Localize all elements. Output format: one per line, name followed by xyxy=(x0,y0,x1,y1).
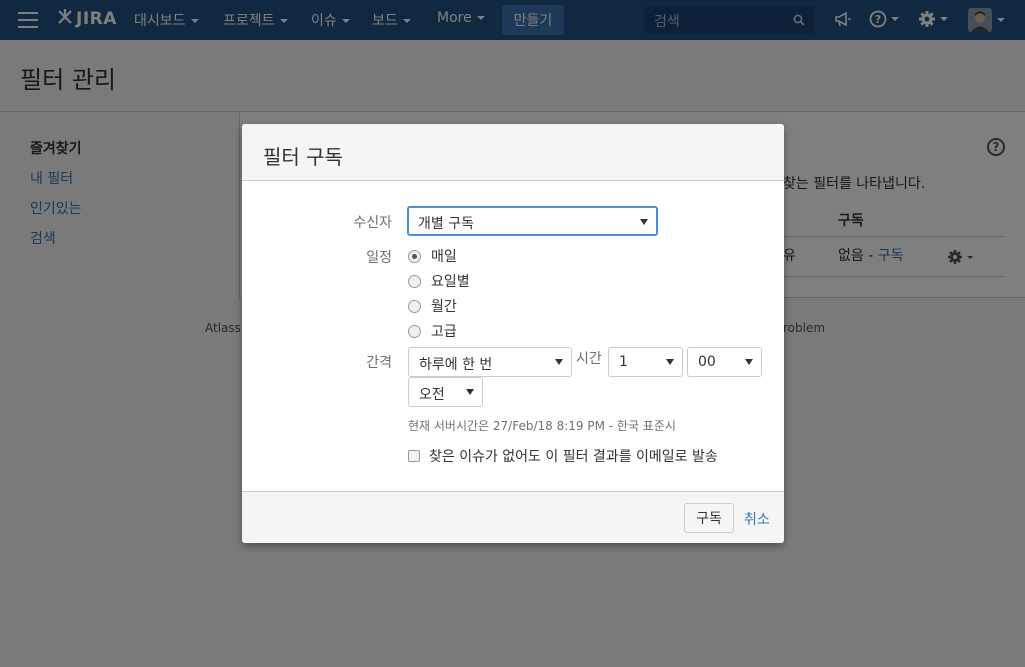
radio-icon xyxy=(408,249,421,263)
time-label: 시간 xyxy=(576,351,602,367)
email-when-empty-checkbox[interactable]: 찾은 이슈가 없어도 이 필터 결과를 이메일로 발송 xyxy=(408,446,718,466)
schedule-option-advanced[interactable]: 고급 xyxy=(408,321,457,341)
dropdown-arrow-icon xyxy=(640,219,648,225)
schedule-option-monthly[interactable]: 월간 xyxy=(408,296,457,316)
schedule-option-daily[interactable]: 매일 xyxy=(408,246,457,266)
hour-select[interactable]: 1 xyxy=(608,347,683,377)
recipient-select[interactable]: 개별 구독 xyxy=(407,206,658,236)
interval-select[interactable]: 하루에 한 번 xyxy=(408,347,572,377)
dialog-title: 필터 구독 xyxy=(263,145,343,169)
schedule-option-days-per-week[interactable]: 요일별 xyxy=(408,271,470,291)
radio-icon xyxy=(408,324,421,338)
radio-icon xyxy=(408,299,421,313)
recipient-value: 개별 구독 xyxy=(418,216,474,232)
dialog-header: 필터 구독 xyxy=(242,124,784,181)
checkbox-icon xyxy=(408,450,420,462)
cancel-link[interactable]: 취소 xyxy=(744,509,770,529)
server-time-note: 현재 서버시간은 27/Feb/18 8:19 PM - 한국 표준시 xyxy=(408,419,676,433)
interval-label: 간격 xyxy=(366,355,392,371)
dropdown-arrow-icon xyxy=(555,359,563,365)
ampm-select[interactable]: 오전 xyxy=(408,377,483,407)
dropdown-arrow-icon xyxy=(466,389,474,395)
filter-subscription-dialog: 필터 구독 수신자 개별 구독 일정 매일 요일별 월간 고급 간격 하루에 한… xyxy=(242,124,784,543)
minute-select[interactable]: 00 xyxy=(687,347,762,377)
recipient-label: 수신자 xyxy=(353,215,392,231)
dropdown-arrow-icon xyxy=(745,359,753,365)
radio-icon xyxy=(408,274,421,288)
schedule-label: 일정 xyxy=(366,250,392,266)
email-when-empty-label: 찾은 이슈가 없어도 이 필터 결과를 이메일로 발송 xyxy=(429,449,718,465)
subscribe-button[interactable]: 구독 xyxy=(684,503,734,533)
dropdown-arrow-icon xyxy=(666,359,674,365)
